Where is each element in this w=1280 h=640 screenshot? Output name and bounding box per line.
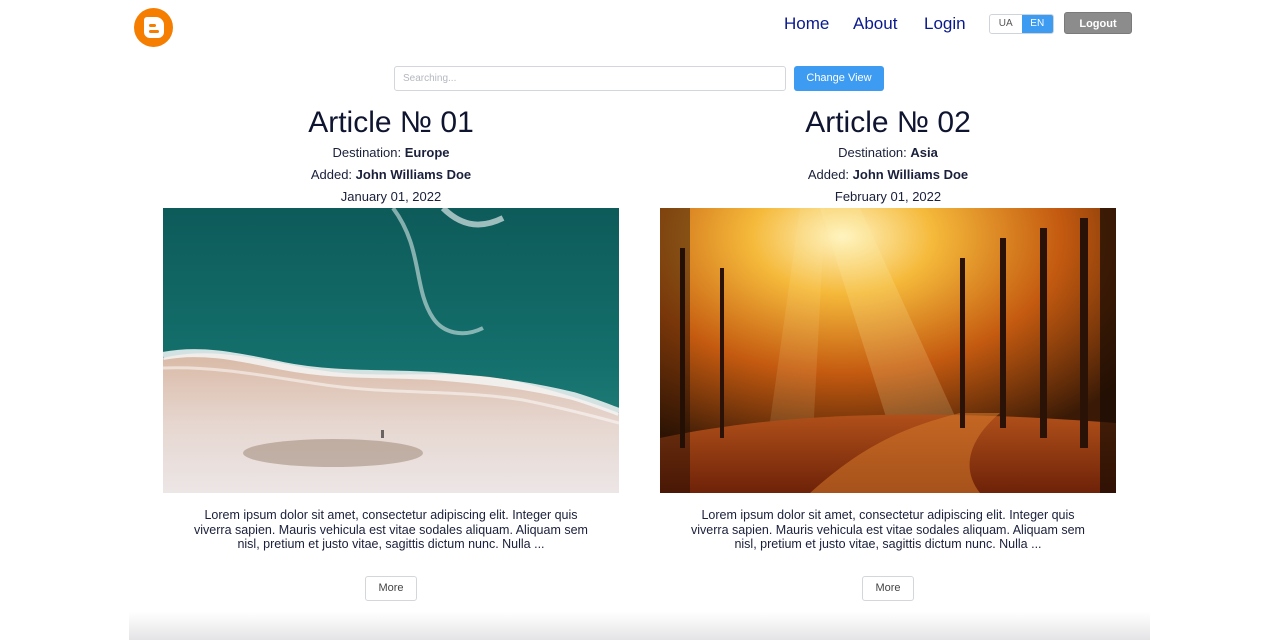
added-label: Added: <box>807 167 850 182</box>
destination-label: Destination: <box>838 145 907 160</box>
article-date: January 01, 2022 <box>340 189 442 204</box>
author-name: John Williams Doe <box>852 167 969 182</box>
destination-value: Asia <box>910 145 938 160</box>
article-image-beach[interactable] <box>163 208 619 493</box>
more-button[interactable]: More <box>862 575 914 601</box>
article-card: Article № 02 Destination: Asia Added: Jo… <box>660 104 1116 601</box>
article-destination: Destination: Asia <box>660 142 1116 164</box>
article-excerpt: Lorem ipsum dolor sit amet, consectetur … <box>691 508 1085 551</box>
article-author: Added: John Williams Doe <box>660 164 1116 186</box>
added-label: Added: <box>310 167 353 182</box>
article-title: Article № 02 <box>805 106 971 139</box>
nav-home-link[interactable]: Home <box>784 14 829 34</box>
author-name: John Williams Doe <box>355 167 472 182</box>
article-date: February 01, 2022 <box>834 189 942 204</box>
search-input[interactable] <box>394 66 786 91</box>
more-button[interactable]: More <box>365 575 417 601</box>
language-toggle: UA EN <box>989 14 1054 34</box>
language-en-option[interactable]: EN <box>1021 15 1053 33</box>
nav-about-link[interactable]: About <box>853 14 897 34</box>
article-destination: Destination: Europe <box>163 142 619 164</box>
article-excerpt: Lorem ipsum dolor sit amet, consectetur … <box>194 508 588 551</box>
logout-button[interactable]: Logout <box>1064 12 1132 34</box>
destination-value: Europe <box>404 145 450 160</box>
article-card: Article № 01 Destination: Europe Added: … <box>163 104 619 601</box>
nav-login-link[interactable]: Login <box>924 14 966 34</box>
article-title: Article № 01 <box>308 106 474 139</box>
language-ua-option[interactable]: UA <box>990 15 1022 33</box>
article-author: Added: John Williams Doe <box>163 164 619 186</box>
change-view-button[interactable]: Change View <box>794 66 884 91</box>
destination-label: Destination: <box>332 145 402 160</box>
blogger-logo-icon[interactable] <box>134 8 173 47</box>
page-footer-shadow <box>129 612 1150 640</box>
article-image-forest[interactable] <box>660 208 1116 493</box>
